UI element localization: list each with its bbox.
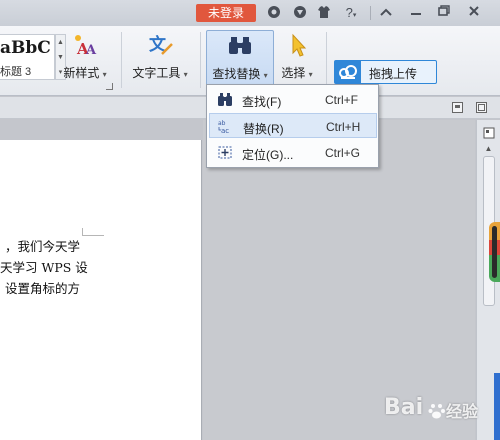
select-caret: ▾ <box>308 70 313 79</box>
style-name: 标题 3 <box>0 66 32 78</box>
menu-item-label: 查找(F) <box>242 95 282 109</box>
text-tools-button[interactable]: 文 文字工具 ▾ <box>126 30 194 88</box>
watermark-brand: Bai <box>384 395 424 420</box>
ribbon-separator <box>326 32 327 88</box>
text-tools-caret: ▾ <box>183 70 188 79</box>
binoculars-icon <box>226 33 254 59</box>
cursor-arrow-icon <box>283 32 311 58</box>
menu-item-label: 替换(R) <box>243 122 284 136</box>
find-replace-menu: 查找(F) Ctrl+F ab ac 替换(R) Ctrl+H 定位(G)...… <box>206 84 379 168</box>
menu-item-goto[interactable]: 定位(G)... Ctrl+G <box>209 140 377 165</box>
help-caret: ▾ <box>352 12 357 19</box>
new-style-button[interactable]: A A 新样式 ▾ <box>60 30 110 88</box>
style-gallery-item[interactable]: aBbC 标题 3 <box>0 34 55 80</box>
shirt-icon[interactable] <box>316 5 332 21</box>
login-button[interactable]: 未登录 <box>196 4 256 22</box>
collapse-ribbon-icon[interactable] <box>378 5 394 21</box>
menu-item-shortcut: Ctrl+G <box>325 146 361 160</box>
svg-text:A: A <box>85 43 97 58</box>
feedback-icon[interactable] <box>292 5 308 21</box>
select-button[interactable]: 选择 ▾ <box>278 30 316 88</box>
minimize-icon[interactable] <box>408 5 424 21</box>
binoculars-icon <box>217 92 233 107</box>
cloud-upload-icon <box>335 61 361 83</box>
menu-item-replace[interactable]: ab ac 替换(R) Ctrl+H <box>209 113 377 138</box>
titlebar-separator <box>370 6 371 20</box>
find-replace-caret: ▾ <box>263 71 268 80</box>
select-label: 选择 <box>281 66 306 80</box>
skin-icon[interactable] <box>266 5 282 21</box>
page-corner-mark <box>82 228 104 236</box>
document-body[interactable]: ，我们今天学 天学习 WPS 设 设置角标的方 <box>0 236 200 299</box>
menu-item-shortcut: Ctrl+H <box>326 120 361 134</box>
text-tools-label: 文字工具 <box>132 66 181 80</box>
help-label: ? <box>345 5 353 20</box>
ribbon-separator <box>200 32 201 88</box>
drag-upload-button[interactable]: 拖拽上传 <box>334 60 437 84</box>
help-icon[interactable]: ?▾ <box>340 5 362 21</box>
restore-icon[interactable] <box>436 5 452 21</box>
title-bar: 未登录 ?▾ <box>0 0 500 26</box>
goto-icon <box>217 145 233 160</box>
styles-dialog-launcher[interactable] <box>106 83 113 90</box>
side-widget-handle[interactable] <box>489 222 500 282</box>
doc-line: 设置角标的方 <box>4 281 80 296</box>
svg-text:ac: ac <box>221 127 229 134</box>
menu-item-find[interactable]: 查找(F) Ctrl+F <box>209 87 377 112</box>
scroll-up-icon[interactable]: ▲ <box>482 142 495 155</box>
menu-item-shortcut: Ctrl+F <box>325 93 358 107</box>
replace-icon: ab ac <box>218 119 234 135</box>
document-page[interactable]: ，我们今天学 天学习 WPS 设 设置角标的方 <box>0 140 202 440</box>
drag-upload-label: 拖拽上传 <box>369 67 418 81</box>
new-style-label: 新样式 <box>63 66 100 80</box>
watermark-suffix: 经验 <box>428 398 500 422</box>
menu-item-label: 定位(G)... <box>242 148 294 162</box>
find-replace-label: 查找替换 <box>212 67 261 81</box>
paw-icon <box>428 404 445 419</box>
svg-text:ab: ab <box>218 120 226 127</box>
baidu-watermark: Bai 经验 <box>384 393 500 423</box>
close-icon[interactable] <box>466 5 482 21</box>
watermark-suffix-text: 经验 <box>446 404 479 421</box>
new-style-caret: ▾ <box>102 70 107 79</box>
ruler-toggle-icon[interactable] <box>482 127 495 140</box>
style-sample: aBbC <box>0 38 51 58</box>
ribbon-separator <box>121 32 122 88</box>
find-replace-button[interactable]: 查找替换 ▾ <box>206 30 274 88</box>
new-style-icon: A A <box>71 32 99 58</box>
doc-line: 天学习 WPS 设 <box>0 260 88 275</box>
doc-line: ，我们今天学 <box>4 239 80 254</box>
maximize-pane-icon[interactable] <box>476 102 487 113</box>
text-tools-icon: 文 <box>146 32 174 58</box>
workspace-background <box>203 120 475 440</box>
page-view-icon[interactable] <box>452 102 463 113</box>
